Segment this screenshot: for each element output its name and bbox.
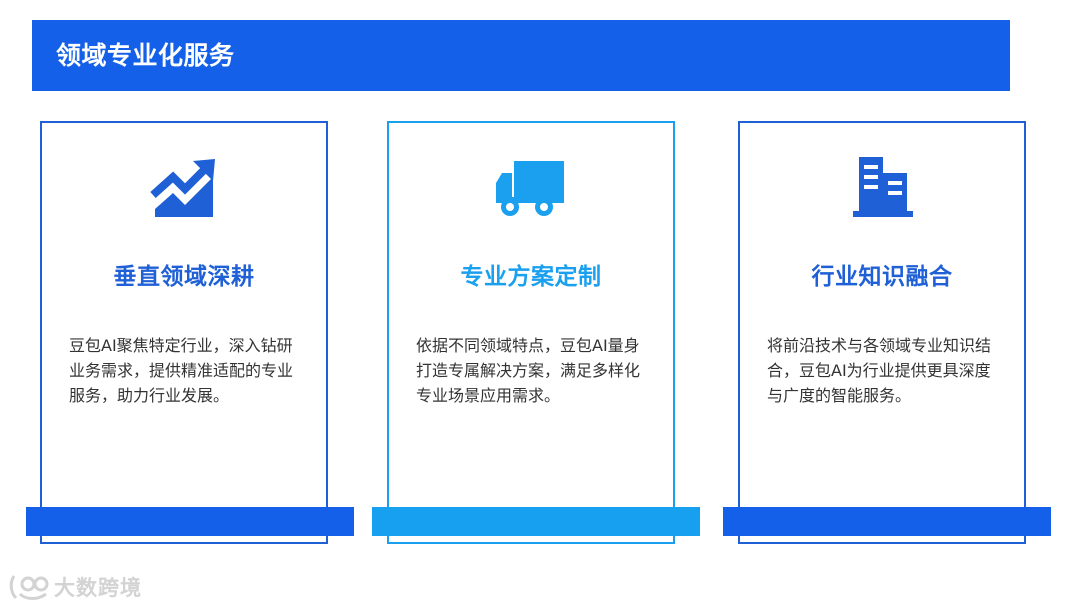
card-title: 行业知识融合: [811, 264, 953, 290]
card-accent-bar: [372, 507, 700, 536]
card-accent-bar: [723, 507, 1051, 536]
card-custom-solution: 专业方案定制 依据不同领域特点，豆包AI量身打造专属解决方案，满足多样化专业场景…: [387, 121, 675, 544]
page-title: 领域专业化服务: [56, 41, 235, 70]
card-title: 垂直领域深耕: [113, 264, 255, 290]
growth-chart-icon: [150, 159, 215, 217]
card-description: 将前沿技术与各领域专业知识结合，豆包AI为行业提供更具深度与广度的智能服务。: [767, 336, 992, 405]
card-title: 专业方案定制: [460, 264, 602, 290]
delivery-truck-icon: [496, 161, 564, 216]
card-accent-bar: [26, 507, 354, 536]
header-banner: 领域专业化服务: [32, 20, 1010, 91]
card-industry-knowledge: 行业知识融合 将前沿技术与各领域专业知识结合，豆包AI为行业提供更具深度与广度的…: [738, 121, 1026, 544]
watermark-text: 大数跨境: [54, 576, 142, 600]
card-description: 依据不同领域特点，豆包AI量身打造专属解决方案，满足多样化专业场景应用需求。: [416, 336, 641, 405]
card-description: 豆包AI聚焦特定行业，深入钻研业务需求，提供精准适配的专业服务，助力行业发展。: [69, 336, 294, 405]
watermark: 大数跨境: [8, 570, 142, 604]
office-building-icon: [853, 157, 913, 217]
card-vertical-domain: 垂直领域深耕 豆包AI聚焦特定行业，深入钻研业务需求，提供精准适配的专业服务，助…: [40, 121, 328, 544]
watermark-logo-icon: [9, 575, 49, 600]
